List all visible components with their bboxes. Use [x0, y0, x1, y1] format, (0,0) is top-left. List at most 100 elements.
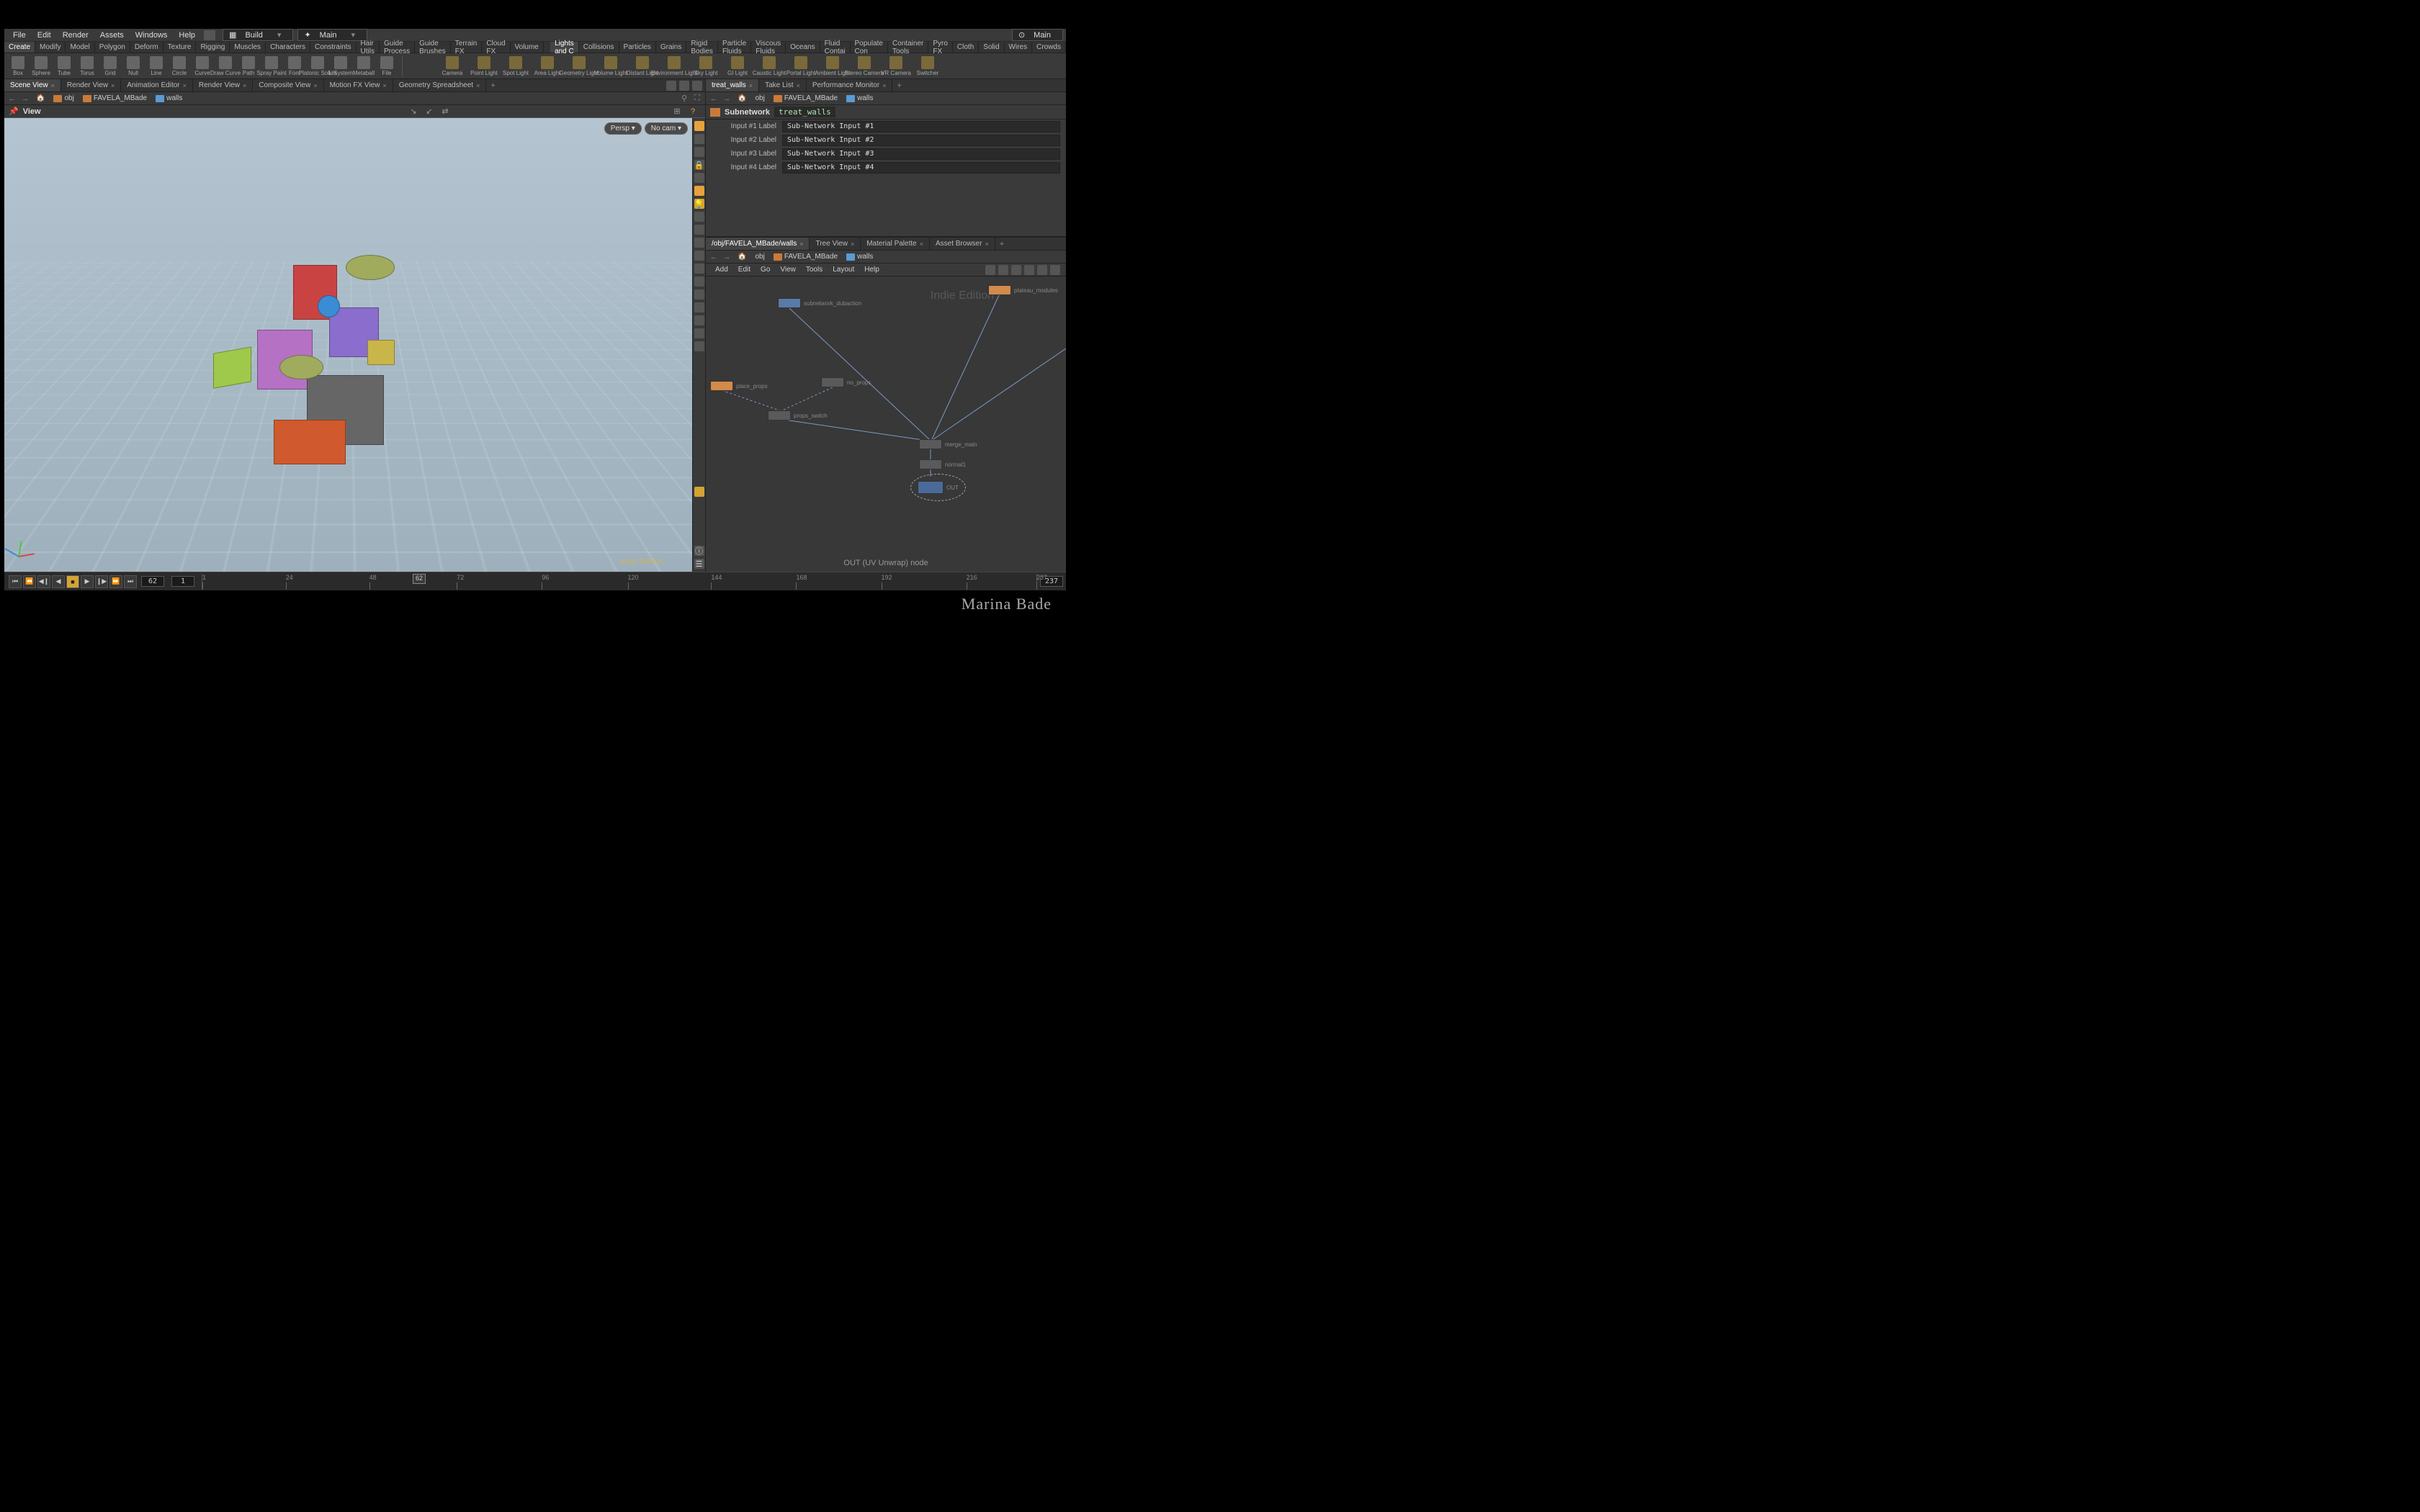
- display-option-icon[interactable]: [694, 276, 704, 287]
- shelf-tab[interactable]: Particle Fluids: [718, 42, 751, 53]
- path-crumb-root[interactable]: 🏠: [735, 94, 749, 102]
- help-icon[interactable]: ?: [686, 106, 699, 117]
- net-menu-layout[interactable]: Layout: [828, 266, 859, 274]
- path-crumb[interactable]: walls: [843, 253, 876, 261]
- shelf-tool-ambient-light[interactable]: Ambient Light: [817, 56, 848, 76]
- step-fwd-key-button[interactable]: ⏩: [109, 575, 122, 588]
- network-node-props_switch[interactable]: props_switch: [768, 410, 828, 420]
- shelf-tool-box[interactable]: Box: [7, 56, 29, 76]
- shelf-tool-environment-light[interactable]: Environment Light: [659, 56, 689, 76]
- shelf-tool-torus[interactable]: Torus: [76, 56, 98, 76]
- path-crumb[interactable]: obj: [752, 253, 767, 261]
- stop-button[interactable]: ■: [66, 575, 79, 588]
- network-canvas[interactable]: Indie Edition subnetwork_dubactionplatea…: [706, 276, 1066, 572]
- path-crumb[interactable]: walls: [843, 94, 876, 102]
- shelf-tab[interactable]: Solid: [979, 42, 1004, 53]
- camera-select-button[interactable]: No cam ▾: [645, 122, 688, 135]
- shelf-tab[interactable]: Cloud FX: [482, 42, 510, 53]
- add-tab-button[interactable]: +: [995, 240, 1008, 248]
- pane-icon[interactable]: [666, 81, 676, 91]
- shelf-tool-sphere[interactable]: Sphere: [30, 56, 52, 76]
- display-option-icon[interactable]: [694, 264, 704, 274]
- path-crumb[interactable]: obj: [50, 94, 76, 102]
- display-option-icon[interactable]: [694, 186, 704, 196]
- display-option-icon[interactable]: [694, 289, 704, 300]
- 3d-viewport[interactable]: Persp ▾ No cam ▾ Indie Edition: [4, 118, 692, 572]
- path-crumb[interactable]: FAVELA_MBade: [771, 94, 841, 102]
- tab-motion-fx-view[interactable]: Motion FX View×: [324, 79, 393, 91]
- net-tool-icon[interactable]: [1037, 265, 1047, 275]
- pane-icon[interactable]: [692, 81, 702, 91]
- shelf-tab[interactable]: Characters: [266, 42, 310, 53]
- tab-render-view[interactable]: Render View×: [61, 79, 121, 91]
- add-tab-button[interactable]: +: [486, 81, 499, 90]
- tab-perf-monitor[interactable]: Performance Monitor×: [807, 79, 893, 91]
- path-crumb[interactable]: FAVELA_MBade: [80, 94, 150, 102]
- pin-icon[interactable]: 📌: [9, 107, 19, 116]
- view-option-icon[interactable]: ⊞: [671, 106, 684, 117]
- lock-icon[interactable]: 🔒: [694, 160, 704, 170]
- shelf-tool-file[interactable]: File: [376, 56, 398, 76]
- menu-render[interactable]: Render: [57, 31, 94, 40]
- nav-back-icon[interactable]: ←: [7, 94, 17, 104]
- nav-back-icon[interactable]: ←: [709, 94, 719, 104]
- shelf-tab[interactable]: Wires: [1005, 42, 1033, 53]
- tab-tree-view[interactable]: Tree View×: [810, 238, 861, 250]
- shelf-tab[interactable]: Rigging: [196, 42, 230, 53]
- shelf-tab[interactable]: Model: [66, 42, 94, 53]
- display-badge-icon[interactable]: [694, 487, 704, 497]
- current-frame-field[interactable]: 62: [141, 576, 164, 587]
- shelf-tab[interactable]: Crowds: [1032, 42, 1066, 53]
- net-tool-icon[interactable]: [1050, 265, 1060, 275]
- shelf-tab[interactable]: Cloth: [953, 42, 979, 53]
- tab-animation-editor[interactable]: Animation Editor×: [121, 79, 193, 91]
- net-tool-icon[interactable]: [985, 265, 995, 275]
- radial-menu-selector[interactable]: ⊙ Main: [1012, 29, 1063, 41]
- menu-edit[interactable]: Edit: [32, 31, 57, 40]
- goto-end-button[interactable]: ⏭: [124, 575, 137, 588]
- path-crumb[interactable]: obj: [752, 94, 767, 102]
- shelf-tool-circle[interactable]: Circle: [169, 56, 190, 76]
- step-back-key-button[interactable]: ⏪: [23, 575, 36, 588]
- display-option-icon[interactable]: [694, 173, 704, 183]
- shelf-tab[interactable]: Constraints: [310, 42, 357, 53]
- tab-params[interactable]: treat_walls×: [706, 79, 759, 91]
- pin-icon[interactable]: ⚲: [679, 94, 689, 104]
- display-option-icon[interactable]: [694, 238, 704, 248]
- param-input[interactable]: [782, 121, 1060, 132]
- add-tab-button[interactable]: +: [892, 81, 905, 90]
- display-option-icon[interactable]: [694, 251, 704, 261]
- network-node-place_props[interactable]: place_props: [710, 381, 768, 391]
- display-option-icon[interactable]: [694, 134, 704, 144]
- net-tool-icon[interactable]: [998, 265, 1008, 275]
- network-node-normal1[interactable]: normal1: [919, 459, 966, 469]
- shelf-tab[interactable]: Oceans: [786, 42, 820, 53]
- tab-material-palette[interactable]: Material Palette×: [861, 238, 930, 250]
- play-reverse-button[interactable]: ◀: [52, 575, 65, 588]
- shelf-tool-gi-light[interactable]: GI Light: [722, 56, 753, 76]
- shelf-tool-stereo-camera[interactable]: Stereo Camera: [849, 56, 879, 76]
- net-menu-tools[interactable]: Tools: [801, 266, 828, 274]
- nav-fwd-icon[interactable]: →: [722, 94, 732, 104]
- net-menu-add[interactable]: Add: [710, 266, 733, 274]
- shelf-tab[interactable]: Hair Utils: [357, 42, 380, 53]
- tab-asset-browser[interactable]: Asset Browser×: [930, 238, 995, 250]
- shelf-tool-spot-light[interactable]: Spot Light: [501, 56, 531, 76]
- shelf-tab[interactable]: Fluid Contai: [820, 42, 851, 53]
- param-input[interactable]: [782, 162, 1060, 174]
- shelf-tool-grid[interactable]: Grid: [99, 56, 121, 76]
- timeline-cursor[interactable]: 62: [413, 574, 426, 584]
- shelf-tool-draw-curve[interactable]: Draw Curve: [215, 56, 236, 76]
- shelf-tab[interactable]: Deform: [130, 42, 163, 53]
- node-name-field[interactable]: treat_walls: [774, 107, 835, 117]
- settings-icon[interactable]: ☰: [694, 559, 704, 569]
- menu-windows[interactable]: Windows: [130, 31, 174, 40]
- tab-geometry-spreadsheet[interactable]: Geometry Spreadsheet×: [393, 79, 487, 91]
- shelf-tool-tube[interactable]: Tube: [53, 56, 75, 76]
- tab-take-list[interactable]: Take List×: [759, 79, 807, 91]
- shelf-tab[interactable]: Muscles: [230, 42, 266, 53]
- nav-fwd-icon[interactable]: →: [20, 94, 30, 104]
- param-input[interactable]: [782, 135, 1060, 146]
- info-icon[interactable]: ⓘ: [694, 546, 704, 556]
- network-node-OUT[interactable]: OUT: [913, 477, 963, 498]
